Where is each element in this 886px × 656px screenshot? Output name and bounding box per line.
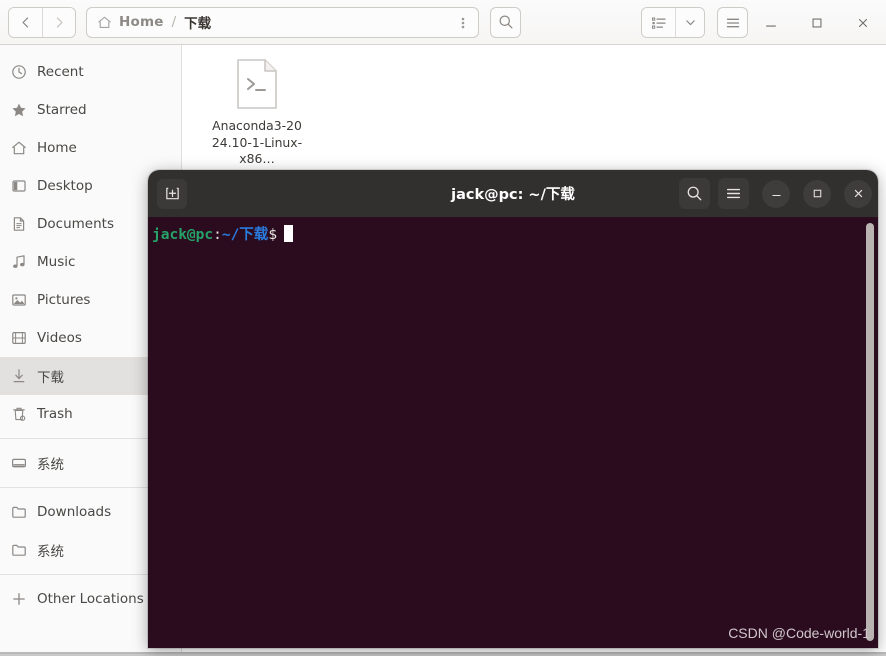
breadcrumb[interactable]: Home / 下载 xyxy=(86,6,479,38)
new-tab-button[interactable] xyxy=(157,178,187,209)
sidebar-item-recent[interactable]: Recent xyxy=(0,53,181,91)
prompt-sigil: $ xyxy=(268,227,278,243)
sidebar-item-label: Other Locations xyxy=(37,591,144,607)
terminal-maximize-button[interactable] xyxy=(803,179,831,208)
clock-icon xyxy=(11,64,37,80)
terminal-prompt-line: jack@pc:~/下载$ xyxy=(150,225,878,245)
terminal-minimize-button[interactable] xyxy=(762,179,790,208)
sidebar-item-label: Pictures xyxy=(37,292,91,308)
breadcrumb-home[interactable]: Home xyxy=(119,14,164,30)
close-icon xyxy=(854,189,862,198)
list-view-button[interactable] xyxy=(642,8,675,37)
terminal-search-button[interactable] xyxy=(679,178,710,209)
close-button[interactable] xyxy=(840,0,886,45)
script-file-icon xyxy=(235,53,279,115)
sidebar-item-label: Starred xyxy=(37,102,87,118)
sidebar-item-label: Music xyxy=(37,254,76,270)
folder-icon xyxy=(11,542,37,558)
prompt-user-host: jack@pc xyxy=(152,227,214,243)
terminal-header: jack@pc: ~/下载 xyxy=(148,170,878,217)
hamburger-menu-icon xyxy=(726,18,739,27)
search-button[interactable] xyxy=(490,6,521,38)
sidebar-item-label: Trash xyxy=(37,406,73,422)
search-icon xyxy=(499,15,512,29)
file-item[interactable]: Anaconda3-2024.10-1-Linux-x86… xyxy=(209,53,305,168)
sidebar-item-home[interactable]: Home xyxy=(0,129,181,167)
music-icon xyxy=(11,254,37,270)
sidebar-item-label: Videos xyxy=(37,330,82,346)
drive-icon xyxy=(11,455,37,471)
forward-button[interactable] xyxy=(42,7,75,37)
window-controls-group xyxy=(641,0,886,45)
chevron-right-icon xyxy=(56,16,63,28)
minimize-icon xyxy=(766,25,776,27)
close-icon xyxy=(858,18,868,27)
sidebar-item-label: Documents xyxy=(37,216,114,232)
terminal-window: jack@pc: ~/下载 jack@pc:~/下载$ CSDN @Code-w… xyxy=(148,170,878,648)
folder-icon xyxy=(11,504,37,520)
sidebar-item-label: 下载 xyxy=(37,370,64,386)
watermark: CSDN @Code-world-1 xyxy=(728,625,870,641)
back-button[interactable] xyxy=(9,7,42,37)
navigation-button-group xyxy=(8,6,76,38)
star-icon xyxy=(11,102,37,118)
view-options-button[interactable] xyxy=(675,8,704,37)
maximize-icon xyxy=(812,18,822,27)
vertical-dots-icon xyxy=(461,17,465,28)
home-icon xyxy=(97,15,112,30)
list-view-icon xyxy=(651,17,666,29)
minimize-icon xyxy=(771,195,781,197)
trash-icon xyxy=(11,406,37,422)
plus-icon xyxy=(11,591,37,607)
search-icon xyxy=(687,186,702,201)
breadcrumb-current[interactable]: 下载 xyxy=(184,12,211,32)
video-icon xyxy=(11,330,37,346)
prompt-colon: : xyxy=(213,227,222,243)
download-icon xyxy=(11,368,37,384)
hamburger-menu-icon xyxy=(726,188,741,199)
terminal-cursor xyxy=(284,225,294,242)
maximize-button[interactable] xyxy=(794,0,840,45)
new-tab-icon xyxy=(165,187,179,200)
file-manager-header: Home / 下载 xyxy=(0,0,886,45)
sidebar-item-starred[interactable]: Starred xyxy=(0,91,181,129)
terminal-close-button[interactable] xyxy=(844,179,872,208)
chevron-left-icon xyxy=(22,16,29,28)
home-icon xyxy=(11,140,37,156)
chevron-down-icon xyxy=(685,20,695,26)
breadcrumb-separator: / xyxy=(171,14,177,30)
path-menu-button[interactable] xyxy=(452,11,474,35)
main-menu-button[interactable] xyxy=(717,7,748,38)
view-mode-group xyxy=(641,7,705,38)
sidebar-item-label: 系统 xyxy=(37,544,64,560)
document-icon xyxy=(11,216,37,232)
picture-icon xyxy=(11,292,37,308)
desktop-icon xyxy=(11,178,37,194)
sidebar-item-label: Desktop xyxy=(37,178,93,194)
terminal-controls xyxy=(679,170,872,217)
terminal-scrollbar[interactable] xyxy=(866,223,874,641)
terminal-menu-button[interactable] xyxy=(718,178,749,209)
sidebar-item-label: Downloads xyxy=(37,504,112,520)
sidebar-item-label: Home xyxy=(37,140,77,156)
maximize-icon xyxy=(813,189,821,198)
file-item-label: Anaconda3-2024.10-1-Linux-x86… xyxy=(211,118,303,166)
sidebar-item-label: Recent xyxy=(37,64,84,80)
minimize-button[interactable] xyxy=(748,0,794,45)
terminal-output-area[interactable]: jack@pc:~/下载$ CSDN @Code-world-1 xyxy=(148,217,878,648)
prompt-path: ~/下载 xyxy=(221,227,269,243)
sidebar-item-label: 系统 xyxy=(37,457,64,473)
